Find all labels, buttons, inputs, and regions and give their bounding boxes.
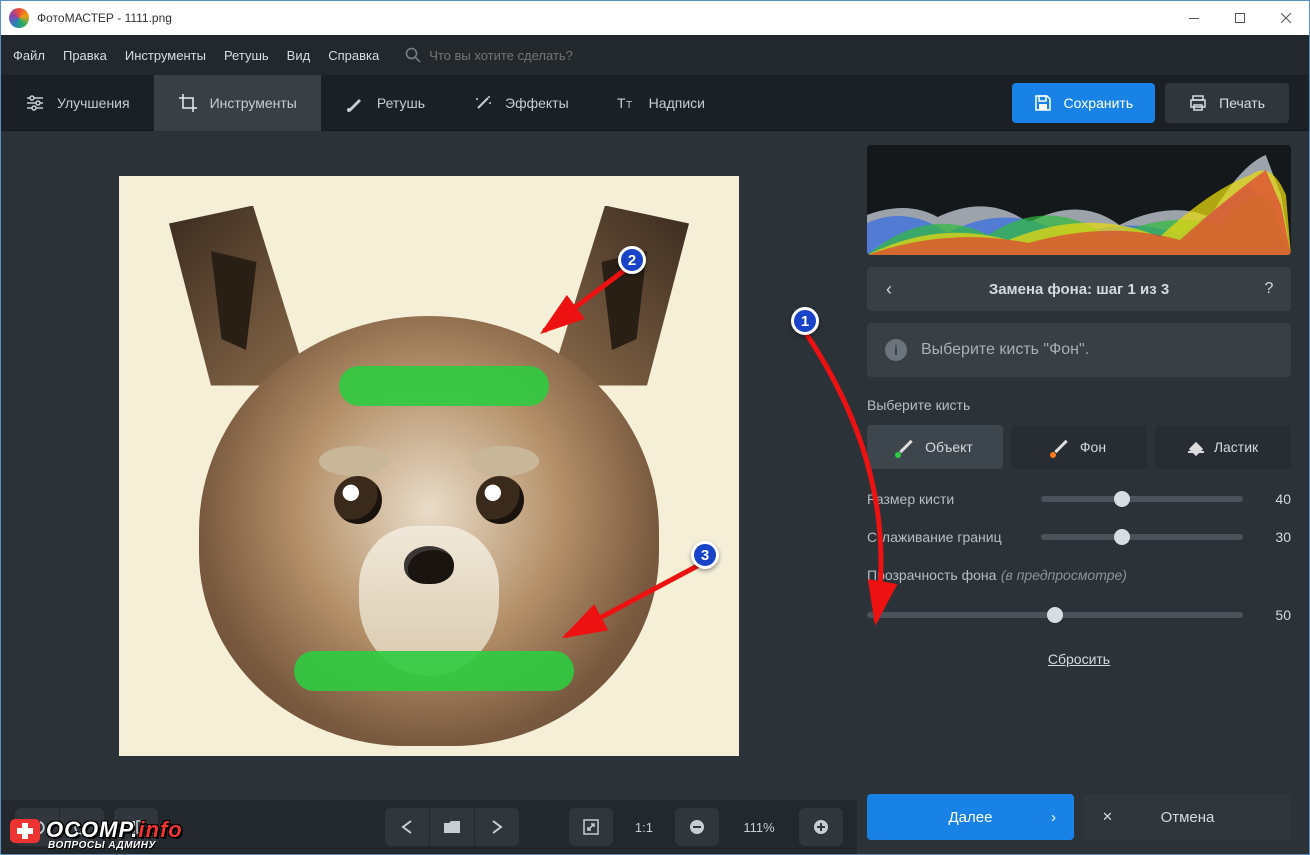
- save-label: Сохранить: [1064, 95, 1134, 111]
- reset-link[interactable]: Сбросить: [867, 651, 1291, 667]
- help-button[interactable]: ?: [1247, 280, 1291, 298]
- print-button[interactable]: Печать: [1165, 83, 1289, 123]
- smooth-label: Сглаживание границ: [867, 529, 1027, 545]
- info-icon: i: [885, 339, 907, 361]
- print-icon: [1189, 94, 1207, 112]
- opacity-hint: (в предпросмотре): [1001, 567, 1127, 583]
- opacity-value: 50: [1257, 607, 1291, 623]
- tab-effects[interactable]: Эффекты: [449, 75, 593, 131]
- open-folder-button[interactable]: [430, 808, 474, 846]
- tab-label: Надписи: [649, 95, 705, 111]
- tab-label: Ретушь: [377, 95, 425, 111]
- save-icon: [1034, 94, 1052, 112]
- search-input[interactable]: [429, 48, 649, 63]
- tabbar: Улучшения Инструменты Ретушь Эффекты TT …: [1, 75, 1309, 131]
- info-box: i Выберите кисть "Фон".: [867, 323, 1291, 377]
- brush-background-icon: [1052, 438, 1070, 456]
- tab-label: Инструменты: [210, 95, 297, 111]
- canvas-area: 1 2 3: [1, 131, 857, 854]
- close-button[interactable]: [1263, 1, 1309, 35]
- window-title: ФотоМАСТЕР - 1111.png: [37, 11, 172, 25]
- smooth-slider[interactable]: [1041, 534, 1243, 540]
- history-next-button[interactable]: [475, 808, 519, 846]
- brush-icon: [345, 93, 365, 113]
- fit-screen-button[interactable]: [569, 808, 613, 846]
- wand-icon: [473, 93, 493, 113]
- size-value: 40: [1257, 491, 1291, 507]
- menu-help[interactable]: Справка: [328, 48, 379, 63]
- annotation-marker-3: 3: [691, 541, 719, 569]
- panel-header: ‹ Замена фона: шаг 1 из 3 ?: [867, 267, 1291, 311]
- text-icon: TT: [617, 93, 637, 113]
- titlebar: ФотоМАСТЕР - 1111.png: [1, 1, 1309, 35]
- eraser-icon: [1188, 441, 1204, 453]
- chevron-right-icon: ›: [1051, 809, 1056, 826]
- crop-icon: [178, 93, 198, 113]
- zoom-out-button[interactable]: [675, 808, 719, 846]
- zoom-in-button[interactable]: [799, 808, 843, 846]
- tab-retouch[interactable]: Ретушь: [321, 75, 449, 131]
- back-button[interactable]: ‹: [867, 279, 911, 300]
- tab-enhance[interactable]: Улучшения: [1, 75, 154, 131]
- opacity-label: Прозрачность фона: [867, 567, 996, 583]
- info-text: Выберите кисть "Фон".: [921, 341, 1089, 359]
- menu-retouch[interactable]: Ретушь: [224, 48, 269, 63]
- menubar: Файл Правка Инструменты Ретушь Вид Справ…: [1, 35, 1309, 75]
- minimize-button[interactable]: [1171, 1, 1217, 35]
- annotation-marker-2: 2: [618, 246, 646, 274]
- smooth-value: 30: [1257, 529, 1291, 545]
- maximize-button[interactable]: [1217, 1, 1263, 35]
- ratio-label: 1:1: [623, 820, 665, 835]
- histogram: [867, 145, 1291, 255]
- brush-section-label: Выберите кисть: [867, 397, 1291, 413]
- cancel-button[interactable]: ✕ Отмена: [1084, 794, 1291, 840]
- brush-object-button[interactable]: Объект: [867, 425, 1003, 469]
- right-panel: ‹ Замена фона: шаг 1 из 3 ? i Выберите к…: [857, 131, 1309, 854]
- opacity-slider[interactable]: [867, 612, 1243, 618]
- brush-object-icon: [897, 438, 915, 456]
- tab-label: Улучшения: [57, 95, 130, 111]
- object-stroke: [339, 366, 549, 406]
- image-canvas[interactable]: [119, 176, 739, 756]
- search-icon: [405, 47, 421, 63]
- history-prev-button[interactable]: [385, 808, 429, 846]
- app-icon: [9, 8, 29, 28]
- svg-text:T: T: [626, 100, 632, 111]
- tab-label: Эффекты: [505, 95, 569, 111]
- brush-background-button[interactable]: Фон: [1011, 425, 1147, 469]
- next-button[interactable]: Далее ›: [867, 794, 1074, 840]
- panel-title: Замена фона: шаг 1 из 3: [911, 281, 1247, 298]
- tab-text[interactable]: TT Надписи: [593, 75, 729, 131]
- annotation-marker-1: 1: [791, 307, 819, 335]
- sliders-icon: [25, 93, 45, 113]
- save-button[interactable]: Сохранить: [1012, 83, 1156, 123]
- svg-text:T: T: [617, 95, 626, 111]
- size-label: Размер кисти: [867, 491, 1027, 507]
- menu-file[interactable]: Файл: [13, 48, 45, 63]
- menu-edit[interactable]: Правка: [63, 48, 107, 63]
- menu-instruments[interactable]: Инструменты: [125, 48, 206, 63]
- object-stroke: [294, 651, 574, 691]
- size-slider[interactable]: [1041, 496, 1243, 502]
- close-icon: ✕: [1102, 809, 1113, 825]
- zoom-value: 111%: [729, 820, 789, 835]
- tab-instruments[interactable]: Инструменты: [154, 75, 321, 131]
- brush-eraser-button[interactable]: Ластик: [1155, 425, 1291, 469]
- print-label: Печать: [1219, 95, 1265, 111]
- menu-view[interactable]: Вид: [287, 48, 311, 63]
- watermark: OCOMP.info ВОПРОСЫ АДМИНУ: [10, 817, 183, 851]
